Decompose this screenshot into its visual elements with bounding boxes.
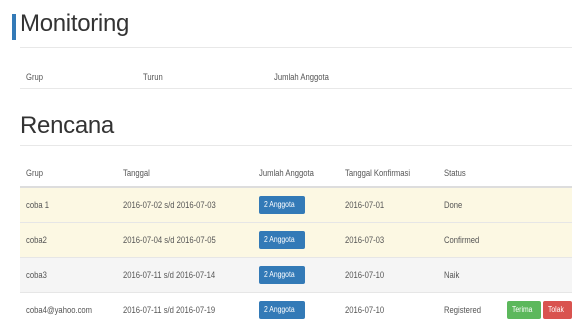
cell-konfirmasi: 2016-07-10: [338, 257, 439, 293]
cell-actions: Terima Tolak: [500, 292, 572, 327]
monitoring-title: Monitoring: [20, 10, 130, 37]
cell-actions: [500, 257, 572, 293]
cell-anggota: 2 Anggota: [252, 292, 339, 327]
monitoring-col-jumlah-anggota: Jumlah Anggota: [274, 72, 329, 82]
cell-status: Naik: [438, 257, 501, 293]
table-row: coba4@yahoo.com 2016-07-11 s/d 2016-07-1…: [20, 292, 572, 327]
cell-tanggal: 2016-07-04 s/d 2016-07-05: [116, 222, 253, 258]
cell-actions: [500, 222, 572, 258]
cell-tanggal: 2016-07-11 s/d 2016-07-14: [116, 257, 253, 293]
table-row: coba2 2016-07-04 s/d 2016-07-05 2 Anggot…: [20, 222, 572, 258]
anggota-button[interactable]: 2 Anggota: [258, 301, 305, 319]
cell-anggota: 2 Anggota: [252, 257, 339, 293]
cell-konfirmasi: 2016-07-10: [338, 292, 439, 327]
rencana-title: Rencana: [20, 112, 114, 139]
cell-anggota: 2 Anggota: [252, 222, 339, 258]
cell-actions: [500, 186, 572, 223]
table-row: coba 1 2016-07-02 s/d 2016-07-03 2 Anggo…: [20, 186, 572, 223]
title-accent-bar: [12, 14, 16, 40]
monitoring-col-grup: Grup: [26, 72, 44, 82]
cell-anggota: 2 Anggota: [252, 186, 339, 223]
cell-status: Confirmed: [438, 222, 501, 258]
rencana-header-row: Grup Tanggal Jumlah Anggota Tanggal Konf…: [20, 160, 572, 188]
monitoring-divider: [20, 47, 572, 48]
cell-status: Done: [438, 186, 501, 223]
cell-konfirmasi: 2016-07-03: [338, 222, 439, 258]
rencana-divider: [20, 145, 572, 146]
tolak-button[interactable]: Tolak: [543, 301, 572, 319]
table-row: coba3 2016-07-11 s/d 2016-07-14 2 Anggot…: [20, 257, 572, 293]
anggota-button[interactable]: 2 Anggota: [258, 266, 305, 284]
anggota-button[interactable]: 2 Anggota: [258, 231, 305, 249]
cell-grup: coba2: [20, 222, 117, 258]
terima-button[interactable]: Terima: [506, 301, 541, 319]
col-actions: [500, 160, 572, 188]
cell-grup: coba4@yahoo.com: [20, 292, 117, 327]
cell-konfirmasi: 2016-07-01: [338, 186, 439, 223]
cell-tanggal: 2016-07-11 s/d 2016-07-19: [116, 292, 253, 327]
col-tanggal-konfirmasi: Tanggal Konfirmasi: [338, 160, 439, 188]
col-grup: Grup: [20, 160, 117, 188]
monitoring-header-divider: [20, 88, 572, 89]
cell-status: Registered: [438, 292, 501, 327]
col-tanggal: Tanggal: [116, 160, 253, 188]
cell-grup: coba3: [20, 257, 117, 293]
rencana-table: Grup Tanggal Jumlah Anggota Tanggal Konf…: [20, 160, 572, 327]
col-jumlah-anggota: Jumlah Anggota: [252, 160, 339, 188]
monitoring-col-turun: Turun: [143, 72, 163, 82]
cell-grup: coba 1: [20, 186, 117, 223]
cell-tanggal: 2016-07-02 s/d 2016-07-03: [116, 186, 253, 223]
anggota-button[interactable]: 2 Anggota: [258, 196, 305, 214]
col-status: Status: [438, 160, 501, 188]
